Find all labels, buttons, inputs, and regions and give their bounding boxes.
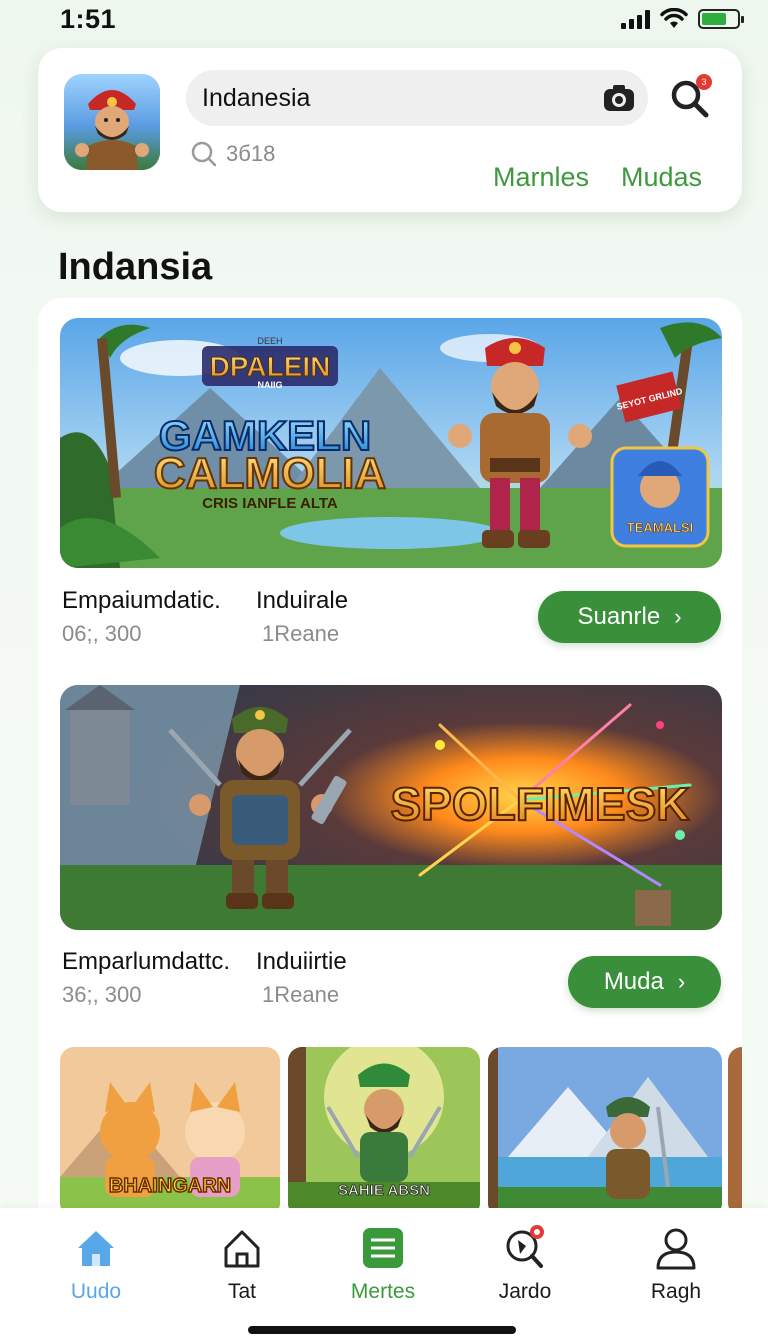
- status-time: 1:51: [60, 4, 117, 34]
- thumbnail-row: BHAINGARN SAHIE ABSN: [60, 1047, 742, 1217]
- search-input[interactable]: Indanesia: [186, 70, 648, 126]
- user-icon: [656, 1228, 696, 1270]
- banner-artwork: DPALEIN DEEH NAIIG GAMKELN CALMOLIA CRIS…: [60, 318, 722, 568]
- wifi-icon: [660, 8, 688, 28]
- cta-button-muda[interactable]: Muda ›: [568, 956, 721, 1008]
- header-link-mudas[interactable]: Mudas: [621, 162, 702, 193]
- item-title: Empaiumdatic.: [62, 587, 221, 614]
- home-icon: [78, 1231, 114, 1266]
- header-link-marnles[interactable]: Marnles: [493, 162, 589, 193]
- nav-item-mertes[interactable]: Mertes: [323, 1224, 443, 1304]
- item-tag-subtitle: 1Reane: [262, 621, 340, 646]
- banner-artwork: SPOLFIMESK: [60, 685, 722, 930]
- featured-banner-1[interactable]: DPALEIN DEEH NAIIG GAMKELN CALMOLIA CRIS…: [60, 318, 722, 568]
- search-badge-icon: [506, 1225, 544, 1268]
- header-card: Indanesia 3 3б18 Marnles Mudas: [38, 48, 742, 212]
- banner-logo-small: DPALEIN: [210, 351, 331, 382]
- nav-item-tat[interactable]: Tat: [182, 1224, 302, 1304]
- recent-search[interactable]: 3б18: [190, 140, 275, 168]
- warrior-avatar-icon: [64, 74, 160, 170]
- nav-label: Jardo: [498, 1280, 552, 1303]
- house-outline-icon: [224, 1230, 260, 1268]
- battery-icon: [698, 9, 744, 29]
- warrior-artwork: SAHIE ABSN: [288, 1047, 480, 1217]
- cta-button-suanrle[interactable]: Suanrle ›: [538, 591, 721, 643]
- signal-icon: [621, 9, 650, 29]
- nav-label: Uudo: [70, 1280, 122, 1303]
- banner-title-line2: CALMOLIA: [154, 449, 386, 498]
- item-tag-subtitle: 1Reane: [262, 982, 340, 1007]
- lake-warrior-artwork: [488, 1047, 722, 1217]
- banner-logo-small-sub: NAIIG: [257, 380, 282, 390]
- content-panel: DPALEIN DEEH NAIIG GAMKELN CALMOLIA CRIS…: [38, 298, 742, 1218]
- nav-label: Ragh: [650, 1280, 702, 1303]
- search-button[interactable]: 3: [666, 74, 714, 122]
- game-thumbnail[interactable]: [728, 1047, 742, 1217]
- item-subtitle: 36;, 300: [62, 982, 142, 1007]
- list-icon: [363, 1228, 403, 1268]
- cta-label: Muda: [603, 968, 664, 995]
- home-indicator: [248, 1326, 516, 1334]
- app-avatar[interactable]: [64, 74, 160, 170]
- nav-item-home[interactable]: Uudo: [36, 1224, 156, 1304]
- game-thumbnail[interactable]: SAHIE ABSN: [288, 1047, 480, 1217]
- thumb-label: SAHIE ABSN: [338, 1182, 430, 1199]
- nav-item-jardo[interactable]: Jardo: [465, 1224, 585, 1304]
- camera-icon[interactable]: [600, 79, 638, 117]
- chevron-right-icon: ›: [674, 604, 682, 629]
- banner-title-line3: CRIS IANFLE ALTA: [202, 495, 338, 512]
- nav-item-ragh[interactable]: Ragh: [616, 1224, 736, 1304]
- banner-title: SPOLFIMESK: [390, 778, 689, 830]
- nav-label: Tat: [227, 1280, 256, 1303]
- section-title: Indansia: [58, 246, 213, 288]
- cta-label: Suanrle: [577, 603, 661, 630]
- featured-banner-2[interactable]: SPOLFIMESK: [60, 685, 722, 930]
- status-bar: 1:51: [0, 0, 768, 40]
- bottom-nav: Uudo Tat Mertes Jardo Ragh: [0, 1208, 768, 1344]
- search-input-value: Indanesia: [202, 84, 311, 112]
- item-subtitle: 06;, 300: [62, 621, 142, 646]
- status-icons: [621, 8, 744, 30]
- cats-artwork: BHAINGARN: [60, 1047, 280, 1217]
- banner-badge-text: TEAMALSI: [627, 520, 693, 535]
- game-thumbnail[interactable]: [488, 1047, 722, 1217]
- recent-search-text: 3б18: [226, 141, 276, 166]
- game-thumbnail[interactable]: BHAINGARN: [60, 1047, 280, 1217]
- item-tag: Induiirtie: [256, 948, 347, 975]
- item-tag: Induirale: [256, 587, 349, 614]
- nav-label: Mertes: [350, 1280, 416, 1303]
- notification-badge: 3: [696, 74, 712, 90]
- banner-logo-top: DEEH: [257, 336, 282, 346]
- chevron-right-icon: ›: [677, 969, 686, 994]
- search-icon: [191, 141, 217, 167]
- thumb-label: BHAINGARN: [109, 1175, 231, 1197]
- item-title: Emparlumdattc.: [62, 948, 231, 975]
